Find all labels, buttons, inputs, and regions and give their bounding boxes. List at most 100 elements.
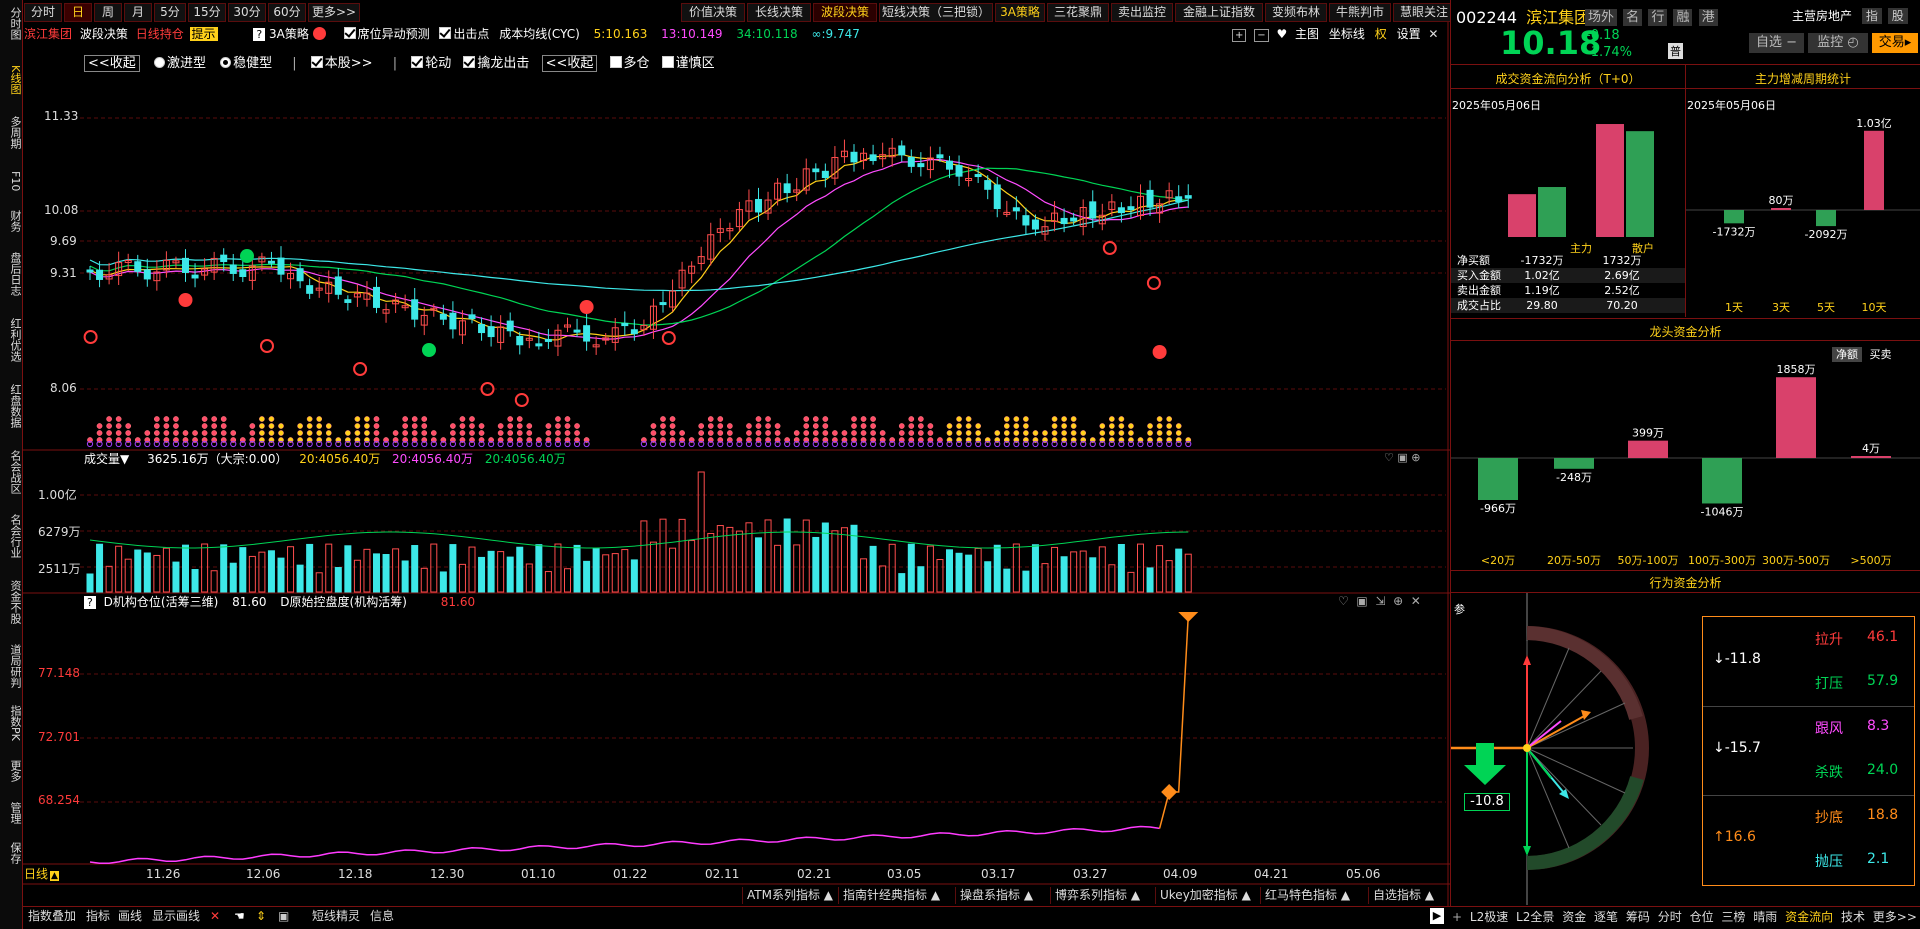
hand-icon[interactable]: ☚: [234, 907, 245, 925]
info-btn[interactable]: 信息: [370, 907, 394, 925]
candle: [936, 154, 944, 159]
index-btn[interactable]: 指: [1861, 8, 1882, 24]
signal-dot: [459, 416, 466, 422]
signal-dot: [1147, 430, 1153, 436]
expand-icon[interactable]: ⇲: [1375, 594, 1385, 608]
strip-item[interactable]: 名会行业: [0, 508, 22, 564]
tab-fund-flow[interactable]: 资金流向: [1785, 910, 1833, 924]
tab-intraday[interactable]: 分时: [1658, 910, 1682, 924]
strip-item[interactable]: 资金不股: [0, 574, 22, 630]
behavior-panel-title: 行为资金分析: [1649, 576, 1722, 590]
candle: [955, 165, 963, 177]
tag-margin[interactable]: 融: [1673, 9, 1693, 26]
candle: [182, 257, 189, 273]
tab-redhorse-indicators[interactable]: 红马特色指标 ▲: [1260, 887, 1354, 904]
stat-label: 拉升: [1815, 632, 1843, 648]
strip-item[interactable]: 管理: [0, 798, 22, 828]
strip-item[interactable]: 保存: [0, 838, 22, 868]
short-spirit-btn[interactable]: 短线精灵: [312, 907, 360, 925]
strip-item[interactable]: F10: [0, 168, 22, 194]
strip-item[interactable]: 盘后日志: [0, 246, 22, 302]
index-overlay-btn[interactable]: 指数叠加: [28, 907, 76, 925]
add-watchlist-btn[interactable]: 自选 −: [1749, 33, 1804, 53]
expand-right-icon[interactable]: ▶: [1430, 908, 1444, 924]
volume-bar: [1031, 544, 1039, 593]
delete-icon[interactable]: ✕: [210, 907, 220, 925]
volume-bar: [946, 549, 953, 593]
tab-more[interactable]: 更多>>: [1873, 910, 1917, 924]
signal-dot: [1118, 423, 1125, 429]
tag-name[interactable]: 名: [1623, 9, 1643, 26]
strip-item[interactable]: K线图: [0, 60, 22, 100]
strip-item[interactable]: 多周期: [0, 112, 22, 152]
window-icon[interactable]: ▣: [1356, 594, 1367, 608]
signal-dot: [1013, 430, 1020, 436]
tab-weather[interactable]: 晴雨: [1753, 910, 1777, 924]
strip-item[interactable]: 名会战区: [0, 444, 22, 500]
plus-icon[interactable]: +: [1452, 910, 1462, 924]
tab-ukey-indicators[interactable]: Ukey加密指标 ▲: [1155, 887, 1255, 904]
help-icon[interactable]: ?: [84, 596, 96, 609]
updown-icon[interactable]: ⇕: [256, 907, 266, 925]
tab-tick[interactable]: 逐笔: [1594, 910, 1618, 924]
volume-bar: [716, 525, 724, 593]
strip-item[interactable]: 更多: [0, 756, 22, 786]
indicator-btn[interactable]: 指标: [86, 907, 110, 925]
stat-value: 2.1: [1867, 851, 1890, 867]
tab-trading-indicators[interactable]: 操盘系指标 ▲: [955, 887, 1037, 904]
tab-atm-indicators[interactable]: ATM系列指标 ▲: [742, 887, 837, 904]
price-tick: 9.31: [50, 266, 77, 280]
volume-bar: [602, 554, 610, 593]
signal-dot: [812, 416, 819, 422]
tab-funds[interactable]: 资金: [1562, 910, 1586, 924]
favorite-icon[interactable]: ♡: [1384, 451, 1394, 464]
signal-dot: [1003, 416, 1010, 422]
strip-item[interactable]: 指数PK: [0, 702, 22, 744]
tab-game-indicators[interactable]: 博弈系列指标 ▲: [1050, 887, 1144, 904]
strip-item[interactable]: 分时图: [0, 6, 22, 40]
signal-dot: [898, 430, 905, 436]
signal-dot: [1070, 430, 1077, 436]
signal-dot: [918, 416, 924, 422]
tab-three-lists[interactable]: 三榜: [1721, 910, 1745, 924]
tab-tech[interactable]: 技术: [1841, 910, 1865, 924]
tag-hk[interactable]: 港: [1698, 9, 1718, 26]
strip-item[interactable]: 道局研判: [0, 638, 22, 694]
stock-btn[interactable]: 股: [1887, 8, 1908, 24]
close-icon[interactable]: ✕: [1411, 594, 1421, 608]
signal-dot: [125, 423, 132, 429]
tab-l2-full[interactable]: L2全景: [1516, 910, 1554, 924]
magnify-icon[interactable]: ⊕: [1411, 451, 1420, 464]
cycle-bar-chart: -1732万 1天 80万 3天 -2092万 5天 1.03亿 10天: [1686, 117, 1920, 314]
show-draw-btn[interactable]: 显示画线: [152, 907, 200, 925]
strip-item[interactable]: 红利优选: [0, 312, 22, 368]
signal-dot: [392, 430, 399, 436]
strip-item[interactable]: 红盘数据: [0, 378, 22, 434]
signal-dot: [1109, 430, 1115, 436]
tab-custom-indicators[interactable]: 自选指标 ▲: [1368, 887, 1438, 904]
signal-dot: [1118, 416, 1125, 422]
window-icon[interactable]: ▣: [1397, 451, 1407, 464]
volume-bar: [430, 543, 438, 593]
signal-dot: [1070, 416, 1077, 422]
signal-dot: [469, 430, 475, 436]
trade-btn[interactable]: 交易▸: [1872, 33, 1918, 53]
stat-label: 杀跌: [1815, 765, 1843, 781]
tag-industry[interactable]: 行: [1648, 9, 1668, 26]
monitor-btn[interactable]: 监控 ◴: [1808, 33, 1868, 53]
tab-chips[interactable]: 筹码: [1626, 910, 1650, 924]
indicator-tools: ♡ ▣ ⇲ ⊕ ✕: [1338, 594, 1421, 608]
tab-position[interactable]: 仓位: [1690, 910, 1714, 924]
tab-compass-indicators[interactable]: 指南针经典指标 ▲: [838, 887, 944, 904]
volume-label[interactable]: 成交量▼: [84, 452, 129, 466]
draw-btn[interactable]: 画线: [118, 907, 142, 925]
period-toggle-icon[interactable]: ▲: [50, 871, 59, 881]
vol-ma2: 20:4056.40万: [392, 452, 473, 466]
tab-l2-fast[interactable]: L2极速: [1470, 910, 1508, 924]
magnify-icon[interactable]: ⊕: [1393, 594, 1403, 608]
signal-dot: [211, 423, 217, 429]
lock-icon[interactable]: ▣: [278, 907, 289, 925]
favorite-icon[interactable]: ♡: [1338, 594, 1349, 608]
strip-item[interactable]: 财务: [0, 206, 22, 236]
period-label: 日线: [24, 867, 49, 881]
